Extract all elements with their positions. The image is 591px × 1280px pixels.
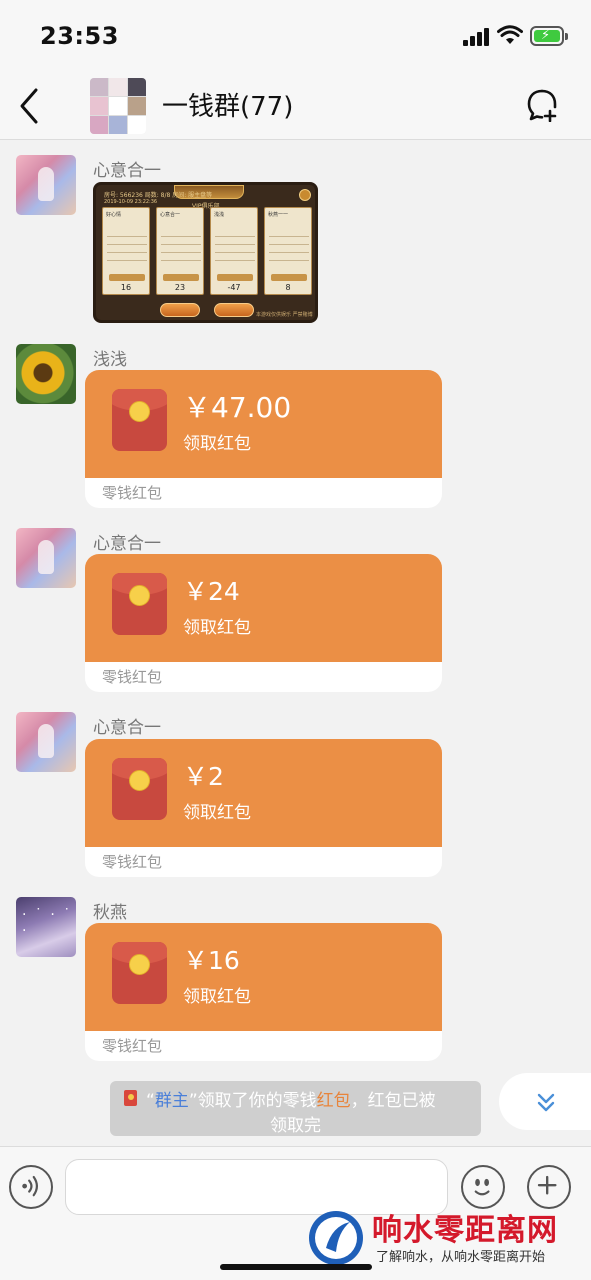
quote-mark: ” — [188, 1091, 198, 1111]
cellular-signal-icon — [463, 28, 491, 46]
avatar[interactable] — [16, 712, 76, 772]
packet-amount: ￥47.00 — [183, 391, 292, 424]
back-icon[interactable] — [14, 86, 48, 126]
player-card: 心意合一 23 — [156, 207, 204, 295]
packet-type: 零钱红包 — [102, 484, 163, 502]
red-packet-icon — [112, 573, 167, 635]
packet-action: 领取红包 — [183, 803, 251, 823]
game-result-image[interactable]: 房号: 566236 局数: 8/8 房间: 服主盘等 2019-10-09 2… — [93, 182, 318, 323]
red-packet-icon — [112, 758, 167, 820]
packet-type: 零钱红包 — [102, 668, 163, 686]
player-score: -47 — [227, 283, 241, 292]
red-packet[interactable]: ￥16 领取红包 零钱红包 — [85, 923, 442, 1061]
chevron-double-down-icon[interactable] — [499, 1073, 591, 1130]
packet-amount: ￥2 — [183, 762, 224, 791]
home-indicator[interactable] — [220, 1264, 372, 1270]
voice-icon[interactable] — [9, 1165, 53, 1209]
packet-action: 领取红包 — [183, 618, 251, 638]
watermark-title: 响水零距离网 — [372, 1213, 558, 1248]
game-button — [160, 303, 200, 317]
red-packet-icon — [112, 389, 167, 451]
add-chat-icon[interactable] — [526, 88, 558, 122]
sender-name: 浅浅 — [93, 350, 127, 370]
quote-mark: “ — [146, 1091, 155, 1111]
red-packet-icon — [124, 1090, 137, 1106]
player-score: 23 — [174, 283, 186, 292]
close-icon — [299, 189, 311, 201]
avatar[interactable] — [16, 155, 76, 215]
player-card: 浅浅 -47 — [210, 207, 258, 295]
player-score: 16 — [120, 283, 132, 292]
plus-icon[interactable] — [527, 1165, 571, 1209]
player-name: 心意合一 — [160, 212, 181, 218]
status-time: 23:53 — [40, 22, 119, 50]
packet-type: 零钱红包 — [102, 1037, 163, 1055]
group-title[interactable]: 一钱群(77) — [162, 86, 293, 123]
player-name: 好心情 — [106, 212, 122, 218]
sender-name: 心意合一 — [93, 718, 161, 738]
player-card: 秋燕一一 8 — [264, 207, 312, 295]
avatar[interactable] — [16, 344, 76, 404]
player-name: 浅浅 — [214, 212, 225, 218]
avatar[interactable] — [16, 528, 76, 588]
packet-action: 领取红包 — [183, 434, 251, 454]
group-avatar[interactable] — [90, 78, 146, 134]
status-bar: 23:53 ⚡ — [0, 0, 591, 70]
sender-name: 秋燕 — [93, 903, 127, 923]
notice-line-2: 领取完 — [270, 1116, 321, 1136]
player-name: 秋燕一一 — [268, 212, 289, 218]
sender-name: 心意合一 — [93, 534, 161, 554]
sender-name: 心意合一 — [93, 161, 161, 181]
wifi-icon — [497, 25, 523, 44]
shot-note: 本游戏仅供娱乐 严禁赌博 — [256, 312, 313, 318]
game-button — [214, 303, 254, 317]
chat-header: 一钱群(77) — [0, 70, 591, 140]
packet-amount: ￥16 — [183, 946, 240, 975]
watermark-logo — [309, 1211, 363, 1265]
notice-text: 领取了你的零钱 — [197, 1091, 317, 1111]
red-packet[interactable]: ￥47.00 领取红包 零钱红包 — [85, 370, 442, 508]
notice-packet-link[interactable]: 红包 — [317, 1091, 351, 1111]
notice-claimer[interactable]: 群主 — [155, 1091, 189, 1111]
packet-action: 领取红包 — [183, 987, 251, 1007]
red-packet[interactable]: ￥24 领取红包 零钱红包 — [85, 554, 442, 692]
avatar[interactable] — [16, 897, 76, 957]
player-card: 好心情 16 — [102, 207, 150, 295]
player-score: 8 — [285, 283, 291, 292]
notice-text: ，红包已被 — [350, 1091, 436, 1111]
watermark-subtitle: 了解响水，从响水零距离开始 — [376, 1250, 546, 1265]
packet-amount: ￥24 — [183, 577, 240, 606]
notice-line-1: “群主”领取了你的零钱红包，红包已被 — [146, 1086, 436, 1111]
system-notice: “群主”领取了你的零钱红包，红包已被 领取完 — [110, 1081, 481, 1136]
packet-type: 零钱红包 — [102, 853, 163, 871]
shot-header: 房号: 566236 局数: 8/8 房间: 服主盘等 — [104, 192, 213, 199]
emoji-icon[interactable] — [461, 1165, 505, 1209]
red-packet-icon — [112, 942, 167, 1004]
shot-date: 2019-10-09 23:22:36 — [104, 199, 158, 205]
battery-icon: ⚡ — [530, 26, 568, 46]
red-packet[interactable]: ￥2 领取红包 零钱红包 — [85, 739, 442, 877]
